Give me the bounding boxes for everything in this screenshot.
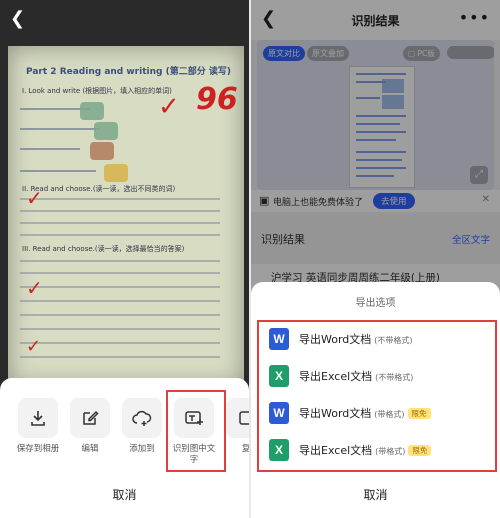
worksheet-section-1: I. Look and write (根据图片，填入相应的单词)	[22, 87, 172, 95]
export-word-formatted[interactable]: W 导出Word文档 (带格式) 限免	[269, 396, 493, 432]
add-to-button[interactable]: 添加到	[118, 398, 166, 455]
worksheet-section-2: II. Read and choose.(读一读，选出不同类的词)	[22, 185, 176, 193]
left-screen: ❮ Part 2 Reading and writing (第二部分 读写) I…	[0, 0, 249, 518]
word-icon: W	[269, 328, 289, 350]
highlight-box	[166, 390, 226, 472]
limited-free-badge: 限免	[407, 408, 431, 419]
limited-free-badge: 限免	[408, 445, 432, 456]
save-to-album-button[interactable]: 保存到相册	[14, 398, 62, 455]
check-mark-icon: ✓	[158, 92, 180, 122]
export-excel-plain[interactable]: X 导出Excel文档 (不带格式)	[269, 359, 493, 395]
more-action-button[interactable]: 复	[222, 398, 249, 455]
back-arrow-icon[interactable]: ❮	[10, 10, 25, 28]
copy-icon	[226, 398, 249, 438]
word-icon: W	[269, 402, 289, 424]
worksheet-section-3: III. Read and choose.(读一读，选择最恰当的答案)	[22, 245, 185, 253]
export-excel-formatted[interactable]: X 导出Excel文档 (带格式) 限免	[269, 433, 493, 469]
download-icon	[18, 398, 58, 438]
score-mark: 96	[196, 82, 238, 117]
worksheet-header: Part 2 Reading and writing (第二部分 读写)	[26, 67, 231, 77]
edit-icon	[70, 398, 110, 438]
check-mark-icon: ✓	[26, 186, 43, 210]
export-cancel-button[interactable]: 取消	[251, 486, 500, 503]
edit-button[interactable]: 编辑	[66, 398, 114, 455]
worksheet-photo: Part 2 Reading and writing (第二部分 读写) I. …	[8, 46, 244, 386]
export-options-list: W 导出Word文档 (不带格式) X 导出Excel文档 (不带格式) W 导出W…	[257, 320, 497, 472]
export-options-sheet: 导出选项 W 导出Word文档 (不带格式) X 导出Excel文档 (不带格式) …	[251, 282, 500, 518]
export-title: 导出选项	[355, 298, 396, 309]
cancel-button[interactable]: 取消	[0, 486, 249, 503]
export-word-plain[interactable]: W 导出Word文档 (不带格式)	[269, 322, 493, 358]
cloud-add-icon	[122, 398, 162, 438]
check-mark-icon: ✓	[26, 276, 43, 300]
check-mark-icon: ✓	[26, 336, 42, 357]
right-screen: ❮ 识别结果 ••• 原文对比 原文叠加 ▢ PC版 ⤢ ▣ 电脑上也能免费体验…	[251, 0, 500, 518]
excel-icon: X	[269, 365, 289, 387]
excel-icon: X	[269, 439, 289, 461]
